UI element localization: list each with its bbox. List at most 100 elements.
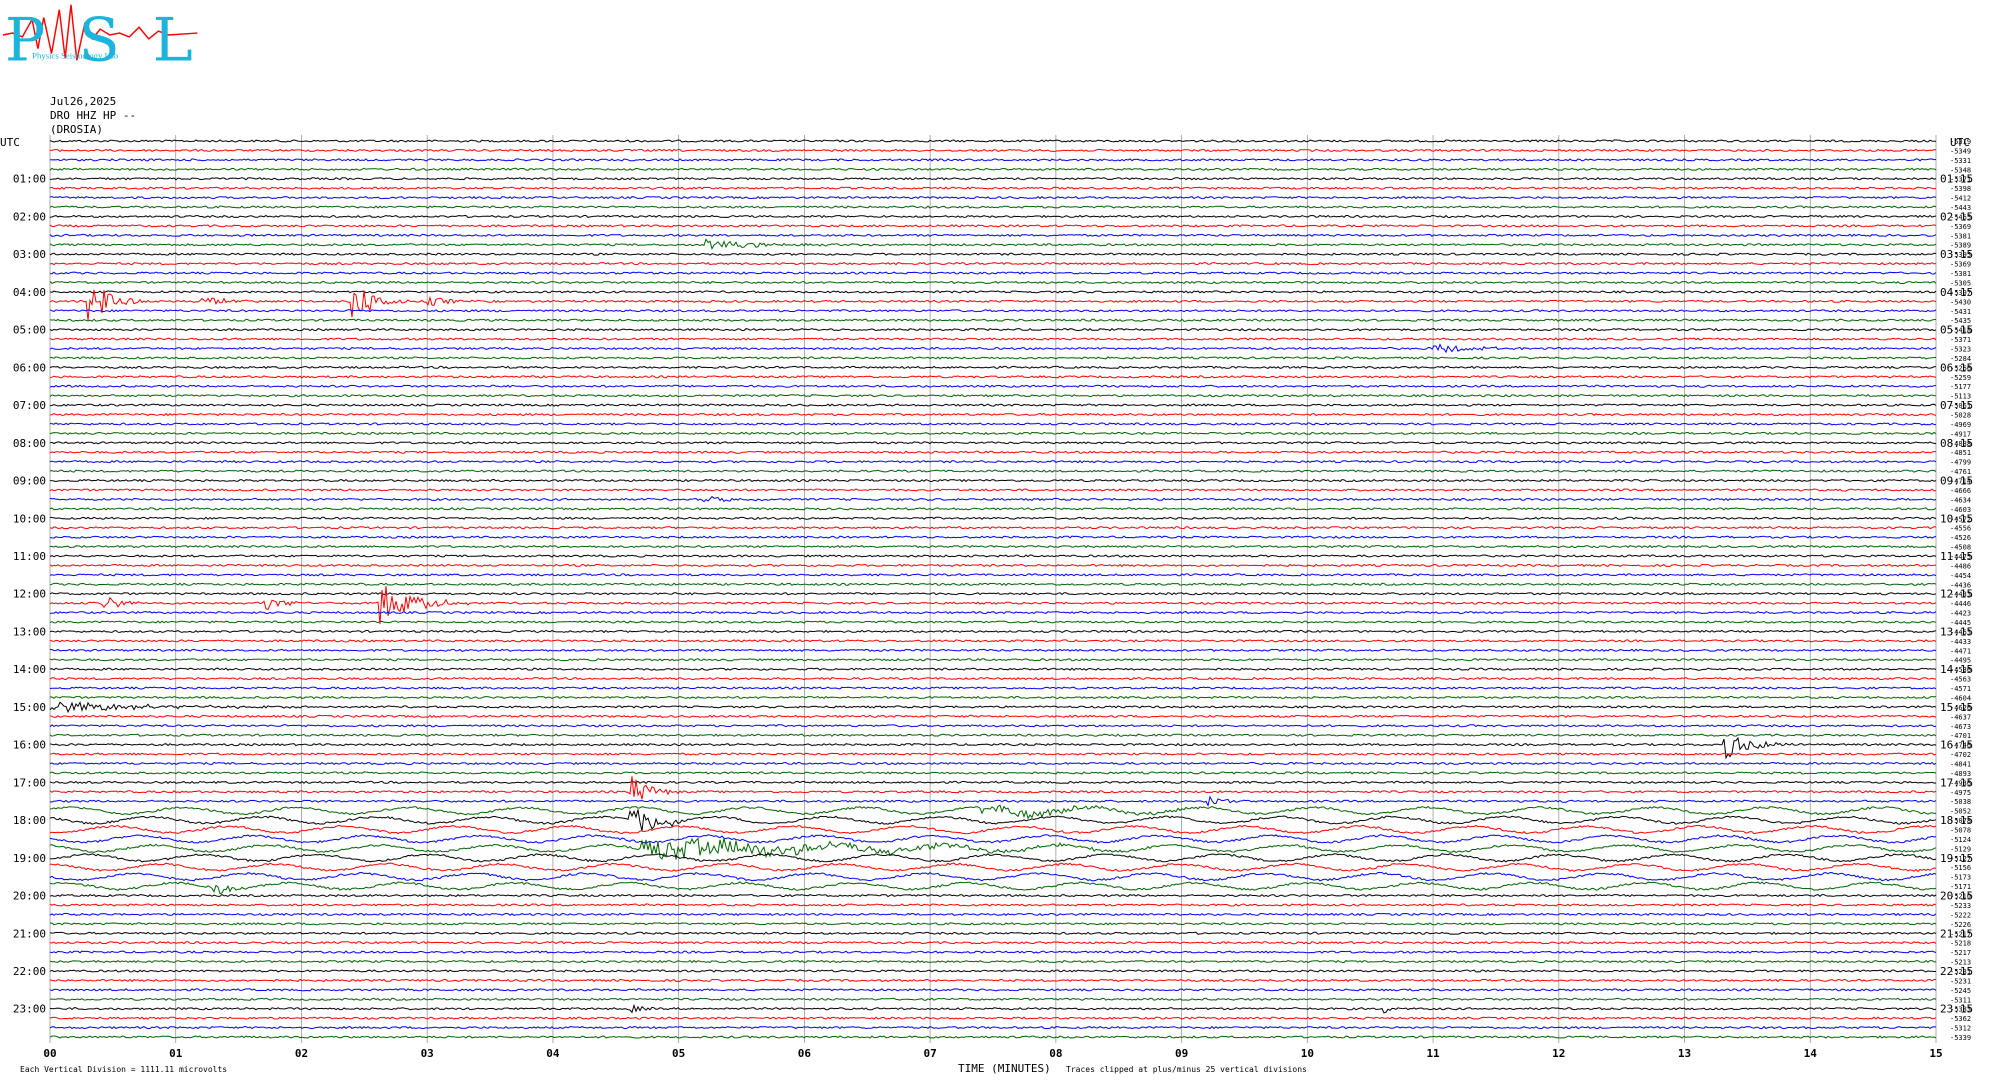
- seismic-trace: [49, 714, 1937, 718]
- right-hour-label: 04:15: [1940, 286, 1973, 299]
- seismic-trace: [49, 1003, 1937, 1014]
- left-hour-label: 14:00: [13, 663, 46, 676]
- left-hour-label: 10:00: [13, 512, 46, 525]
- trace-offset-label: -5233: [1950, 902, 1971, 910]
- seismic-trace: [49, 337, 1937, 341]
- left-hour-label: 11:00: [13, 550, 46, 563]
- scale-note: Each Vertical Division = 1111.11 microvo…: [20, 1065, 227, 1074]
- right-hour-label: 23:15: [1940, 1003, 1973, 1016]
- seismic-trace: [49, 495, 1937, 503]
- right-hour-label: 14:15: [1940, 663, 1973, 676]
- x-tick-label: 05: [672, 1047, 685, 1060]
- x-tick-label: 10: [1301, 1047, 1314, 1060]
- trace-offset-label: -4571: [1950, 685, 1971, 693]
- left-hour-label: 13:00: [13, 625, 46, 638]
- seismic-trace: [49, 535, 1937, 539]
- seismic-trace: [49, 507, 1937, 511]
- right-hour-label: 16:15: [1940, 739, 1973, 752]
- seismic-trace: [49, 824, 1937, 835]
- trace-offset-label: -5124: [1950, 836, 1971, 844]
- seismic-trace: [49, 318, 1937, 322]
- seismic-trace: [49, 724, 1937, 728]
- x-tick-label: 00: [43, 1047, 56, 1060]
- left-hour-label: 22:00: [13, 965, 46, 978]
- seismic-trace: [49, 950, 1937, 954]
- trace-offset-label: -5173: [1950, 874, 1971, 882]
- seismic-trace: [49, 431, 1937, 436]
- seismic-trace: [49, 469, 1937, 473]
- left-hour-label: 15:00: [13, 701, 46, 714]
- seismic-trace: [49, 214, 1937, 219]
- seismic-trace: [49, 592, 1937, 596]
- seismic-trace: [49, 903, 1937, 907]
- right-hour-label: 01:15: [1940, 173, 1973, 186]
- trace-offset-label: -5412: [1950, 195, 1971, 203]
- trace-offset-label: -5381: [1950, 232, 1971, 240]
- seismic-trace: [49, 761, 1937, 766]
- seismic-trace: [49, 544, 1937, 549]
- left-hour-label: 02:00: [13, 210, 46, 223]
- seismic-trace: [49, 233, 1937, 238]
- right-hour-label: 13:15: [1940, 625, 1973, 638]
- seismic-trace: [49, 356, 1936, 360]
- seismic-trace: [49, 195, 1937, 200]
- left-hour-label: 23:00: [13, 1003, 46, 1016]
- seismic-trace: [49, 610, 1937, 615]
- trace-offset-label: -4634: [1950, 496, 1971, 504]
- seismic-trace: [49, 871, 1937, 882]
- right-hour-label: 15:15: [1940, 701, 1973, 714]
- trace-offset-label: -5156: [1950, 864, 1971, 872]
- seismic-trace: [49, 412, 1937, 417]
- seismic-trace: [49, 667, 1937, 671]
- trace-offset-label: -4454: [1950, 572, 1971, 580]
- seismic-trace: [49, 853, 1937, 863]
- trace-offset-label: -5177: [1950, 383, 1971, 391]
- trace-offset-label: -4975: [1950, 789, 1971, 797]
- right-hour-label: 09:15: [1940, 475, 1973, 488]
- seismic-trace: [49, 959, 1936, 964]
- trace-offset-label: -5028: [1950, 412, 1971, 420]
- seismic-trace: [49, 422, 1937, 426]
- trace-offset-label: -5369: [1950, 223, 1971, 231]
- trace-offset-label: -4841: [1950, 760, 1971, 768]
- seismic-trace: [49, 804, 1937, 820]
- right-hour-label: 02:15: [1940, 210, 1973, 223]
- seismic-trace: [49, 365, 1937, 370]
- right-hour-label: 11:15: [1940, 550, 1973, 563]
- x-tick-label: 04: [546, 1047, 560, 1060]
- seismic-trace: [49, 912, 1937, 917]
- seismic-trace: [49, 158, 1937, 162]
- helicorder-chart: -5319-5349-5331-5348-5371-5398-5412-5443…: [0, 135, 1973, 1075]
- right-hour-label: 12:15: [1940, 588, 1973, 601]
- trace-offset-label: -5431: [1950, 308, 1971, 316]
- trace-offset-label: -5381: [1950, 270, 1971, 278]
- seismic-trace: [49, 1016, 1937, 1020]
- right-hour-label: 05:15: [1940, 324, 1973, 337]
- trace-offset-label: -5231: [1950, 977, 1971, 985]
- trace-offset-label: -4446: [1950, 600, 1971, 608]
- seismic-trace: [49, 554, 1937, 558]
- right-hour-label: 10:15: [1940, 512, 1973, 525]
- trace-offset-label: -5331: [1950, 157, 1971, 165]
- seismic-trace: [49, 309, 1937, 313]
- seismic-trace: [49, 139, 1937, 143]
- seismic-trace: [49, 563, 1937, 568]
- right-hour-label: 17:15: [1940, 776, 1973, 789]
- seismic-trace: [49, 403, 1937, 407]
- seismic-trace: [49, 1035, 1937, 1039]
- left-hour-label: 16:00: [13, 739, 46, 752]
- seismic-trace: [49, 695, 1937, 700]
- seismic-trace: [49, 620, 1937, 624]
- x-axis-title: TIME (MINUTES): [958, 1062, 1051, 1075]
- seismic-trace: [49, 441, 1937, 445]
- left-utc-header: UTC: [0, 136, 20, 149]
- x-tick-label: 06: [798, 1047, 812, 1060]
- x-tick-label: 12: [1552, 1047, 1565, 1060]
- seismic-trace: [49, 780, 1937, 784]
- trace-offset-label: -4799: [1950, 459, 1971, 467]
- seismic-trace: [49, 478, 1937, 483]
- seismic-trace: [50, 862, 1937, 873]
- seismic-trace: [49, 573, 1937, 577]
- trace-offset-label: -5259: [1950, 374, 1971, 382]
- trace-offset-label: -5218: [1950, 940, 1971, 948]
